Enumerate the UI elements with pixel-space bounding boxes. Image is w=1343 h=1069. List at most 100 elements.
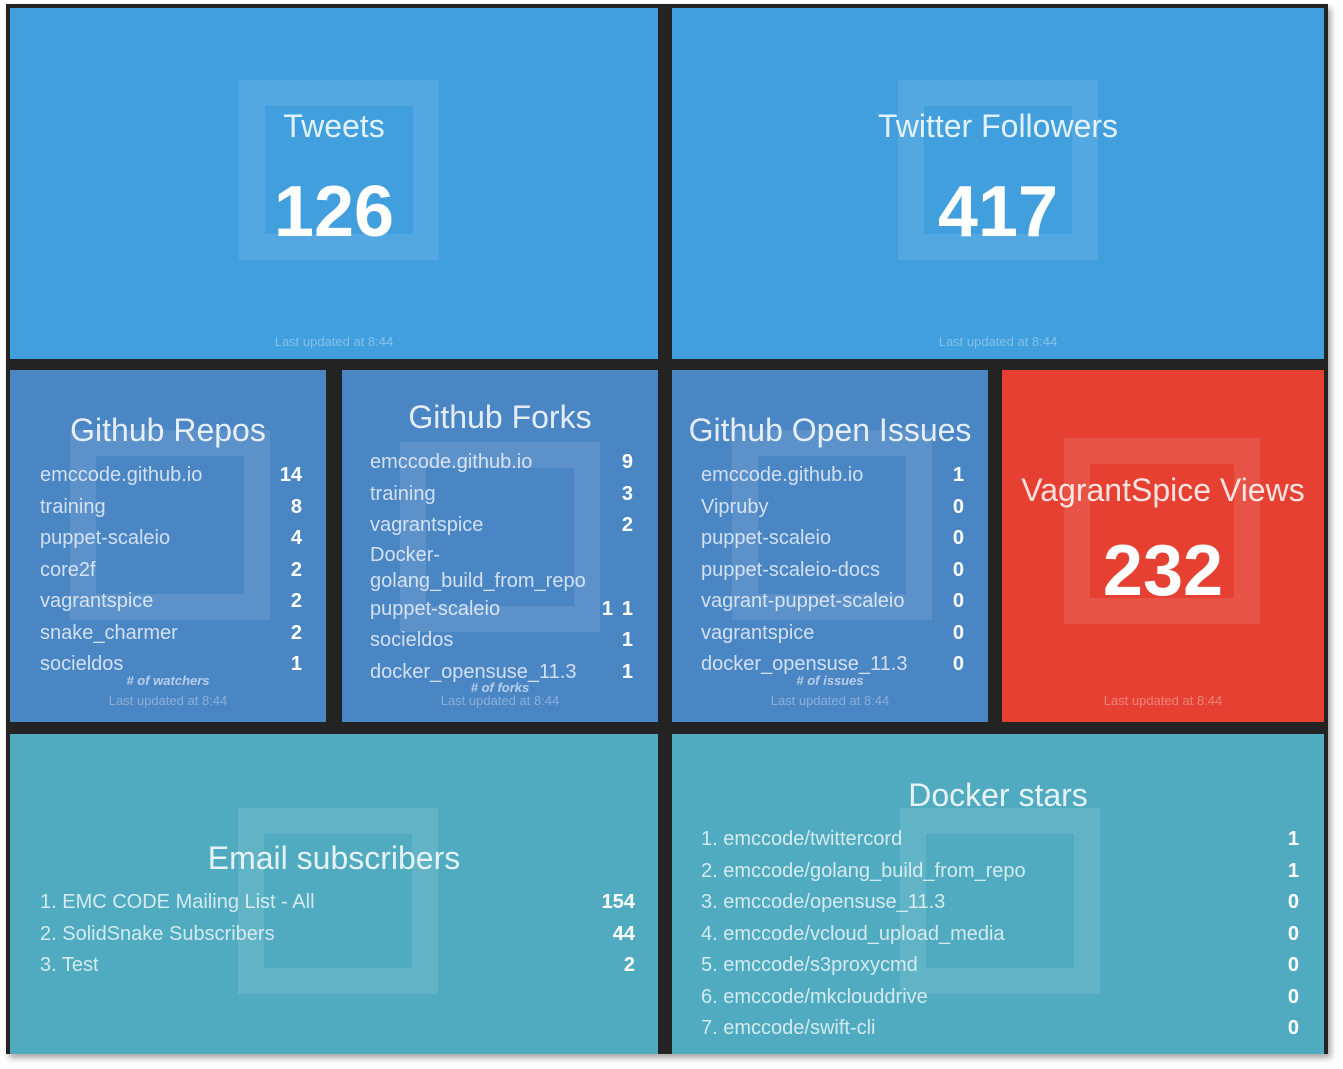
item-label: puppet-scaleio: [701, 527, 832, 549]
item-label: puppet-scaleio: [370, 597, 501, 620]
item-label: 1. emccode/twittercord: [701, 828, 903, 850]
tile-title: Tweets: [283, 108, 385, 144]
list-item: puppet-scaleio 1 1: [370, 594, 633, 626]
tile-title: Github Repos: [70, 412, 266, 448]
list-item: snake_charmer 2: [40, 618, 302, 650]
item-label: golang_build_from_repo: [370, 569, 586, 592]
more-info: # of watchers: [126, 673, 210, 688]
email-subscribers-tile[interactable]: Email subscribers 1. EMC CODE Mailing Li…: [10, 734, 658, 1054]
item-label: 6. emccode/mkclouddrive: [701, 985, 928, 1008]
updated-at: Last updated at 8:44: [440, 693, 560, 708]
item-label: emccode.github.io: [701, 464, 864, 486]
forks-list: emccode.github.io 9 training 3 vagrantspic…: [370, 447, 633, 688]
list-item: 3. emccode/opensuse_11.3 0: [701, 887, 1299, 919]
item-label: 2. SolidSnake Subscribers: [40, 922, 275, 945]
tweets-value: 126: [273, 172, 395, 252]
item-value: 14: [279, 464, 302, 486]
tile-title: Github Open Issues: [688, 412, 972, 448]
item-label: snake_charmer: [40, 621, 178, 644]
item-value: 2: [290, 558, 302, 581]
item-value: 1: [952, 464, 964, 486]
list-item: vagrantspice 0: [701, 618, 964, 650]
item-label: puppet-scaleio: [40, 527, 171, 549]
item-label: socieldos: [370, 629, 454, 651]
item-value: 2: [621, 514, 633, 536]
item-label: 7. emccode/swift-cli: [701, 1017, 876, 1039]
list-item: socieldos 1: [370, 625, 633, 657]
list-item: golang_build_from_repo: [370, 568, 633, 594]
list-item: 5. emccode/s3proxycmd 0: [701, 950, 1299, 982]
list-item: 2. emccode/golang_build_from_repo 1: [701, 856, 1299, 888]
docker-stars-tile[interactable]: Docker stars 1. emccode/twittercord 1 2. …: [672, 734, 1324, 1054]
list-item: Vipruby 0: [701, 492, 964, 524]
list-item: puppet-scaleio 4: [40, 523, 302, 555]
list-item: 7. emccode/swift-cli 0: [701, 1013, 1299, 1045]
item-label: 4. emccode/vcloud_upload_media: [701, 922, 1005, 945]
list-item: vagrantspice 2: [40, 586, 302, 618]
item-label: puppet-scaleio-docs: [701, 558, 880, 581]
list-item: 1. emccode/twittercord 1: [701, 824, 1299, 856]
more-info: # of issues: [796, 673, 864, 688]
item-value: 154: [601, 891, 635, 913]
tweets-tile[interactable]: Tweets 126 Last updated at 8:44: [10, 8, 658, 359]
item-value: 1: [1287, 828, 1299, 850]
dashboard: Tweets 126 Last updated at 8:44 Twitter …: [6, 4, 1328, 1054]
item-value: 0: [1287, 1017, 1299, 1039]
updated-at: Last updated at 8:44: [1103, 693, 1223, 708]
list-item: 1. EMC CODE Mailing List - All 154: [40, 887, 635, 919]
item-value: 0: [952, 590, 964, 612]
item-value: 0: [952, 558, 964, 581]
list-item: 4. emccode/vcloud_upload_media 0: [701, 919, 1299, 951]
updated-at: Last updated at 8:44: [938, 334, 1058, 349]
item-label: vagrantspice: [370, 514, 484, 536]
updated-at: Last updated at 8:44: [108, 693, 228, 708]
item-value: 1: [621, 597, 633, 620]
item-label: emccode.github.io: [370, 451, 533, 473]
item-value: 2: [290, 621, 302, 644]
item-value: 0: [1287, 985, 1299, 1008]
github-issues-tile[interactable]: Github Open Issues emccode.github.io 1 Vi…: [672, 370, 988, 722]
list-item: Docker-: [370, 542, 633, 568]
list-item: emccode.github.io 1: [701, 460, 964, 492]
item-label: vagrantspice: [701, 621, 815, 644]
item-value: 9: [621, 451, 633, 473]
item-value: 3: [621, 482, 633, 505]
item-value: 0: [1287, 891, 1299, 913]
vagrantspice-views-tile[interactable]: VagrantSpice Views 232 Last updated at 8…: [1002, 370, 1324, 722]
list-item: core2f 2: [40, 555, 302, 587]
item-label: 5. emccode/s3proxycmd: [701, 954, 918, 976]
item-label: Docker-: [370, 543, 441, 566]
item-value: 1: [621, 629, 633, 651]
item-value: 0: [952, 495, 964, 518]
item-label: 2. emccode/golang_build_from_repo: [701, 859, 1026, 882]
tile-title: Twitter Followers: [877, 108, 1119, 144]
views-value: 232: [1102, 531, 1224, 611]
item-label: training: [370, 482, 436, 505]
list-item: vagrant-puppet-scaleio 0: [701, 586, 964, 618]
tile-title: Github Forks: [408, 399, 592, 435]
tile-title: Docker stars: [908, 777, 1088, 813]
github-repos-tile[interactable]: Github Repos emccode.github.io 14 trainin…: [10, 370, 326, 722]
docker-stars-list: 1. emccode/twittercord 1 2. emccode/golan…: [701, 824, 1299, 1045]
list-item: training 3: [370, 479, 633, 511]
list-item: 3. Test 2: [40, 950, 635, 982]
item-label: training: [40, 495, 106, 518]
list-item: 2. SolidSnake Subscribers 44: [40, 919, 635, 951]
item-label: Vipruby: [701, 495, 769, 518]
item-label: 1. EMC CODE Mailing List - All: [40, 891, 315, 913]
item-value: 4: [290, 527, 302, 549]
tile-title: Email subscribers: [207, 840, 461, 876]
item-value: 2: [623, 954, 635, 976]
followers-value: 417: [937, 172, 1059, 252]
item-label: vagrant-puppet-scaleio: [701, 590, 905, 612]
github-forks-tile[interactable]: Github Forks emccode.github.io 9 training…: [342, 370, 658, 722]
list-item: 6. emccode/mkclouddrive 0: [701, 982, 1299, 1014]
item-value: 0: [952, 621, 964, 644]
updated-at: Last updated at 8:44: [770, 693, 890, 708]
list-item: vagrantspice 2: [370, 510, 633, 542]
list-item: training 8: [40, 492, 302, 524]
twitter-followers-tile[interactable]: Twitter Followers 417 Last updated at 8:…: [672, 8, 1324, 359]
stray-value: 1: [601, 597, 613, 620]
item-value: 0: [1287, 954, 1299, 976]
item-value: 1: [1287, 859, 1299, 882]
